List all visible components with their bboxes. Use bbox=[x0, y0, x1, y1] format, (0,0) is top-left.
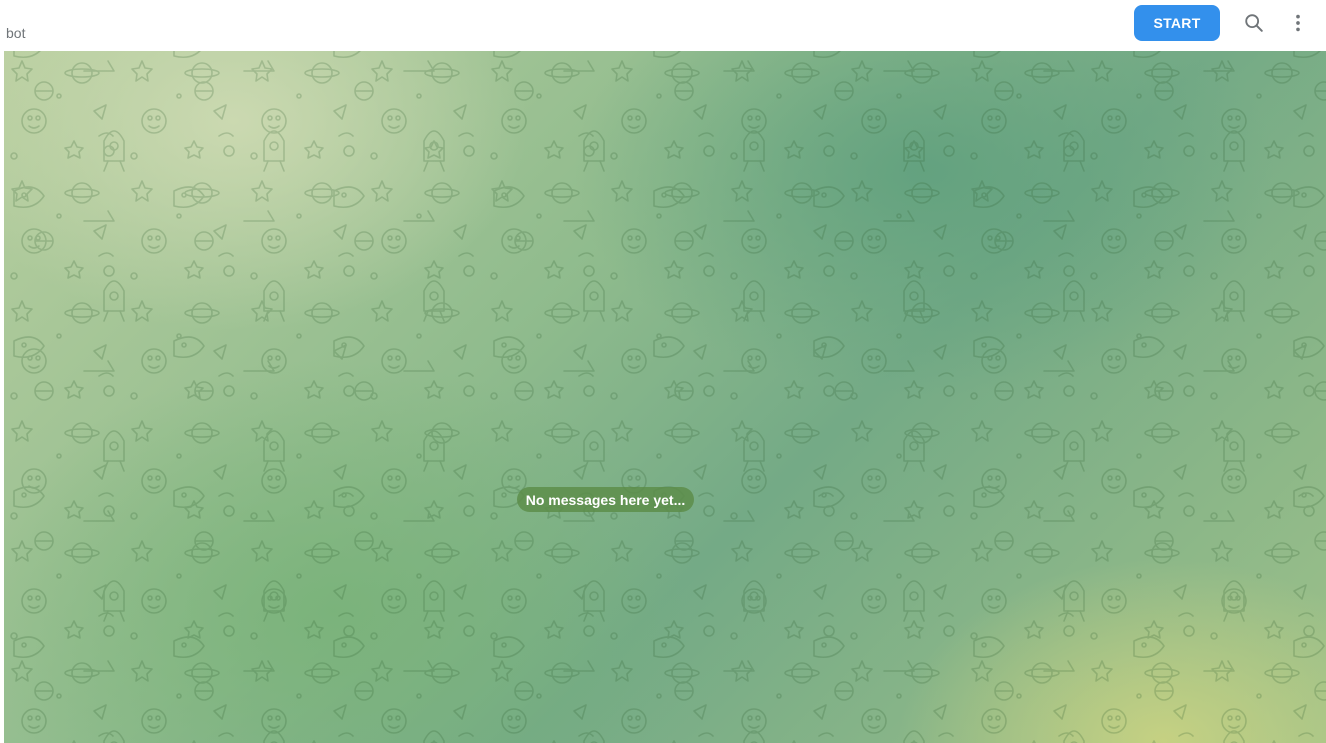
search-icon bbox=[1245, 14, 1263, 32]
more-vertical-icon bbox=[1296, 14, 1300, 32]
chat-background: No messages here yet... bbox=[4, 51, 1326, 743]
doodle-pattern bbox=[4, 51, 1326, 743]
start-button[interactable]: START bbox=[1134, 5, 1220, 41]
empty-chat-badge: No messages here yet... bbox=[517, 487, 694, 512]
chat-header: bot START bbox=[0, 0, 1326, 51]
search-button[interactable] bbox=[1238, 7, 1270, 39]
chat-title[interactable]: bot bbox=[6, 25, 25, 41]
more-options-button[interactable] bbox=[1282, 7, 1314, 39]
